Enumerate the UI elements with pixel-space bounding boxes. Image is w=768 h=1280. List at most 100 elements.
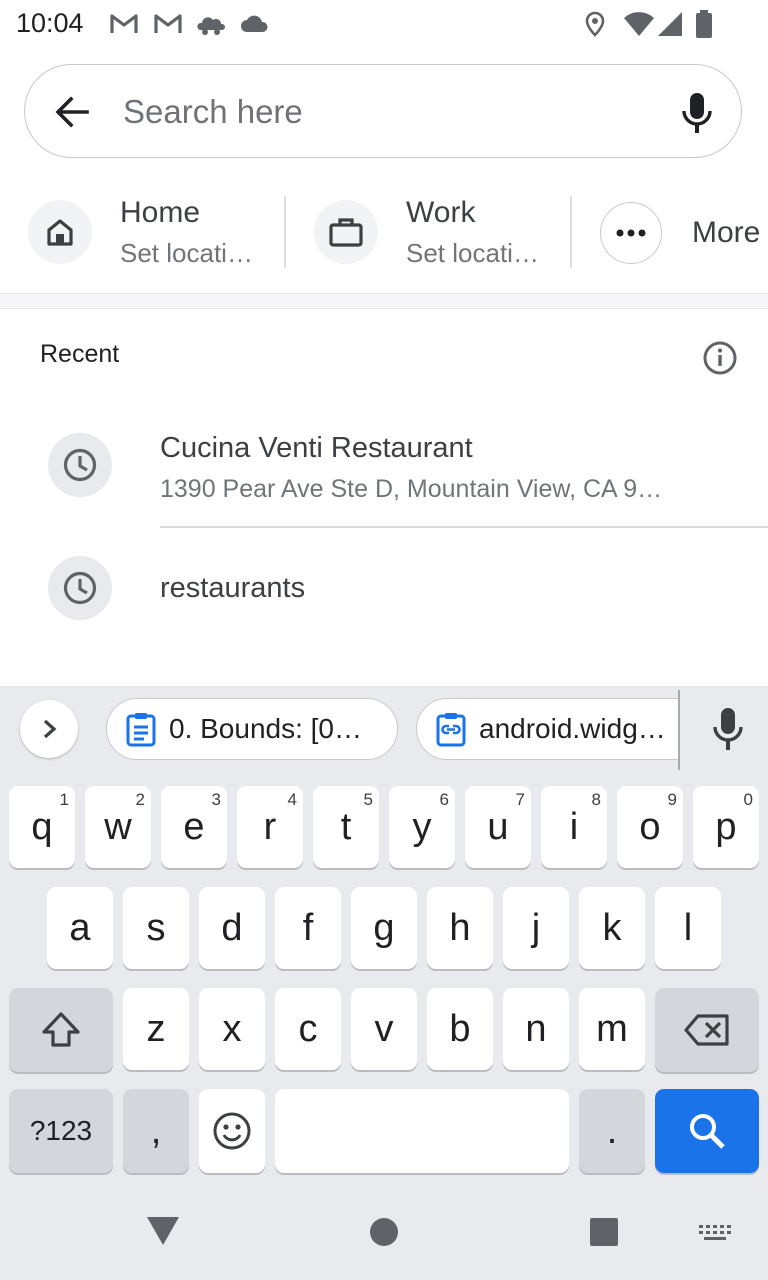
keyboard-mic-icon[interactable] [708, 706, 748, 752]
battery-icon [694, 10, 714, 38]
key-label: b [449, 1007, 471, 1050]
key-q[interactable]: q1 [9, 786, 75, 868]
history-clock-icon [48, 433, 112, 497]
key-x[interactable]: x [199, 988, 265, 1070]
emoji-icon [213, 1112, 251, 1150]
emoji-key[interactable] [199, 1089, 265, 1173]
key-label: r [263, 805, 277, 848]
signal-icon [656, 10, 684, 38]
key-o[interactable]: o9 [617, 786, 683, 868]
key-l[interactable]: l [655, 887, 721, 969]
shortcut-work-subtitle: Set locati… [406, 238, 539, 268]
key-e[interactable]: e3 [161, 786, 227, 868]
shortcut-more-title: More [692, 216, 761, 249]
back-nav-icon[interactable] [146, 1216, 180, 1251]
space-key[interactable] [275, 1089, 569, 1173]
key-hint: 0 [743, 790, 753, 809]
key-r[interactable]: r4 [237, 786, 303, 868]
shortcut-work-title: Work [406, 196, 476, 229]
arrow-back-icon[interactable] [51, 91, 93, 133]
section-divider [0, 293, 768, 309]
shortcut-divider [284, 196, 286, 268]
backspace-icon [684, 1014, 729, 1046]
search-input[interactable] [121, 85, 665, 139]
key-label: s [146, 906, 166, 949]
key-s[interactable]: s [123, 887, 189, 969]
key-label: g [373, 906, 395, 949]
key-n[interactable]: n [503, 988, 569, 1070]
shortcut-home-subtitle: Set locati… [120, 238, 253, 268]
search-bar[interactable] [24, 64, 742, 158]
shortcut-work[interactable]: Work Set locati… [314, 190, 564, 274]
key-z[interactable]: z [123, 988, 189, 1070]
status-time: 10:04 [16, 8, 84, 38]
recent-item-title: Cucina Venti Restaurant [160, 432, 473, 464]
shift-icon [42, 1012, 80, 1047]
keyboard-switch-icon[interactable] [698, 1224, 732, 1247]
key-hint: 1 [59, 790, 69, 809]
key-g[interactable]: g [351, 887, 417, 969]
shortcut-home[interactable]: Home Set locati… [28, 190, 278, 274]
recent-heading: Recent [40, 340, 120, 368]
key-a[interactable]: a [47, 887, 113, 969]
home-nav-icon[interactable] [369, 1217, 399, 1252]
key-w[interactable]: w2 [85, 786, 151, 868]
history-clock-icon [48, 556, 112, 620]
comma-key[interactable]: , [123, 1089, 189, 1173]
gmail-icon [108, 10, 140, 38]
recent-item[interactable]: restaurants [0, 540, 768, 636]
gmail-icon [152, 10, 184, 38]
shift-key[interactable] [9, 988, 113, 1072]
chevron-right-icon[interactable] [20, 700, 78, 758]
key-y[interactable]: y6 [389, 786, 455, 868]
clipboard-chip[interactable]: 0. Bounds: [0… [106, 698, 398, 760]
mic-icon[interactable] [677, 91, 717, 135]
shortcut-home-title: Home [120, 196, 201, 229]
period-key[interactable]: . [579, 1089, 645, 1173]
clipboard-chip[interactable]: android.widg… [416, 698, 680, 760]
suggestion-bar: 0. Bounds: [0… android.widg… [0, 686, 768, 776]
key-j[interactable]: j [503, 887, 569, 969]
key-label: q [31, 805, 53, 848]
key-k[interactable]: k [579, 887, 645, 969]
key-label: f [302, 906, 314, 949]
key-label: o [639, 805, 661, 848]
info-icon[interactable] [702, 340, 738, 376]
home-icon [28, 200, 92, 264]
key-label: v [374, 1007, 394, 1050]
key-label: x [222, 1007, 242, 1050]
key-hint: 5 [363, 790, 373, 809]
recent-item[interactable]: Cucina Venti Restaurant 1390 Pear Ave St… [0, 420, 768, 528]
key-label: w [104, 805, 132, 848]
key-label: k [602, 906, 622, 949]
backspace-key[interactable] [655, 988, 759, 1072]
briefcase-icon [314, 200, 378, 264]
search-key[interactable] [655, 1089, 759, 1173]
clipboard-icon [125, 711, 157, 747]
key-h[interactable]: h [427, 887, 493, 969]
key-label: z [146, 1007, 166, 1050]
key-u[interactable]: u7 [465, 786, 531, 868]
key-label: p [715, 805, 737, 848]
cloud-car-icon [196, 10, 226, 38]
key-f[interactable]: f [275, 887, 341, 969]
key-hint: 7 [515, 790, 525, 809]
key-hint: 6 [439, 790, 449, 809]
key-label: m [596, 1007, 628, 1050]
wifi-icon [622, 10, 656, 38]
symbols-key[interactable]: ?123 [9, 1089, 113, 1173]
shortcut-more[interactable]: More [600, 190, 768, 274]
location-icon [584, 10, 606, 38]
key-label: c [298, 1007, 318, 1050]
key-t[interactable]: t5 [313, 786, 379, 868]
key-label: d [221, 906, 243, 949]
key-m[interactable]: m [579, 988, 645, 1070]
more-dots-icon [600, 202, 662, 264]
key-d[interactable]: d [199, 887, 265, 969]
key-b[interactable]: b [427, 988, 493, 1070]
recents-nav-icon[interactable] [589, 1217, 619, 1252]
key-c[interactable]: c [275, 988, 341, 1070]
key-p[interactable]: p0 [693, 786, 759, 868]
key-i[interactable]: i8 [541, 786, 607, 868]
key-v[interactable]: v [351, 988, 417, 1070]
